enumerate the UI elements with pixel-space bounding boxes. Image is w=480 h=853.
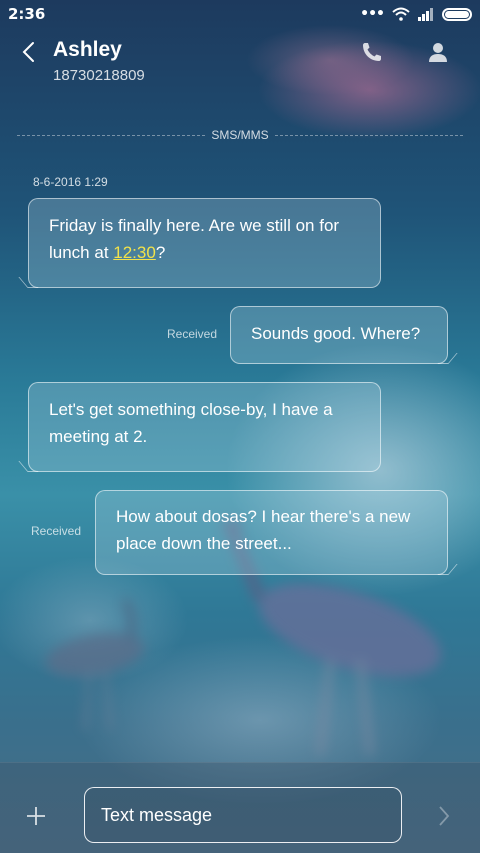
status-time: 2:36 (8, 5, 46, 23)
message-text: Let's get something close-by, I have a m… (49, 400, 333, 446)
time-link[interactable]: 12:30 (113, 243, 156, 262)
message-text: How about dosas? I hear there's a new pl… (116, 507, 411, 553)
call-icon[interactable] (360, 40, 384, 64)
conversation-header: Ashley 18730218809 (0, 36, 480, 96)
send-icon[interactable] (432, 804, 456, 828)
contact-number: 18730218809 (53, 67, 145, 84)
channel-label: SMS/MMS (211, 128, 269, 142)
text-message-input[interactable] (84, 787, 402, 843)
back-icon[interactable] (18, 40, 42, 64)
message-date: 8-6-2016 1:29 (33, 175, 108, 189)
status-bar: 2:36 ••• (0, 0, 480, 28)
add-icon[interactable] (24, 804, 48, 828)
divider-line (274, 134, 463, 136)
channel-divider: SMS/MMS (17, 126, 463, 144)
message-text: Sounds good. Where? (251, 324, 421, 343)
message-bubble-incoming[interactable]: Let's get something close-by, I have a m… (28, 382, 381, 472)
more-dots-icon: ••• (360, 6, 385, 22)
message-bubble-outgoing[interactable]: How about dosas? I hear there's a new pl… (95, 490, 448, 575)
message-bubble-incoming[interactable]: Friday is finally here. Are we still on … (28, 198, 381, 288)
contact-name: Ashley (53, 38, 122, 61)
message-composer (0, 762, 480, 853)
message-text-suffix: ? (155, 243, 166, 262)
message-text: Friday is finally here. Are we still on … (49, 216, 340, 262)
background-bird-small (45, 598, 145, 731)
status-icons: ••• (360, 6, 472, 22)
divider-line (17, 134, 206, 136)
signal-icon (418, 7, 433, 21)
message-bubble-outgoing[interactable]: Sounds good. Where? (230, 306, 448, 364)
delivery-status: Received (31, 524, 82, 538)
battery-icon (442, 7, 472, 21)
profile-icon[interactable] (426, 40, 450, 64)
wifi-icon (392, 7, 410, 21)
delivery-status: Received (167, 327, 218, 341)
